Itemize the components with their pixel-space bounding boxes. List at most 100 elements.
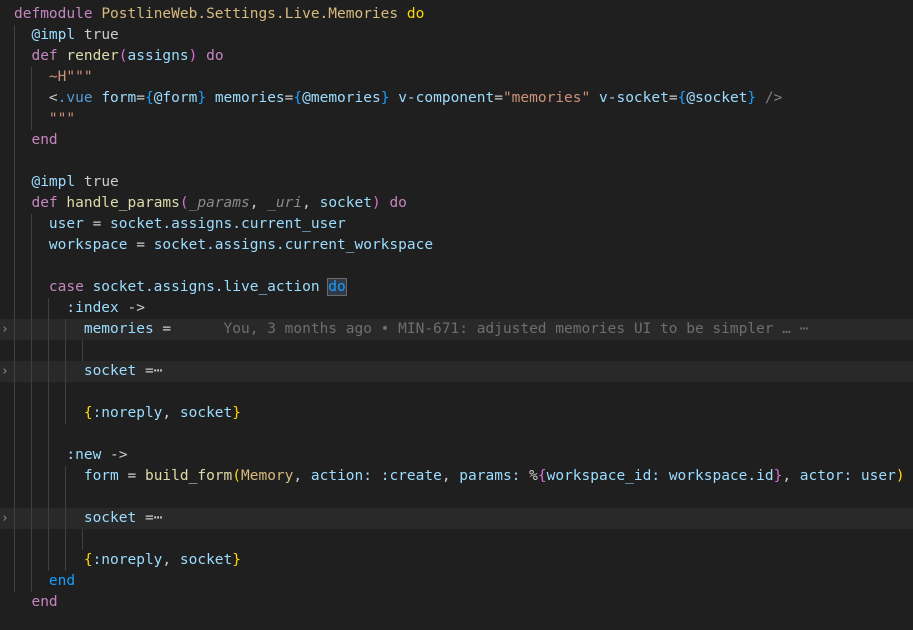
code-line[interactable]: <.vue form={@form} memories={@memories} … [0,88,913,109]
code-token: socket [179,405,233,421]
code-line[interactable] [0,487,913,508]
code-token: :index [66,300,119,316]
code-token: { [83,405,93,421]
code-token: Memory [241,468,294,484]
code-token: :create [380,468,442,484]
code-line[interactable]: ~H""" [0,67,913,88]
code-line[interactable]: workspace = socket.assigns.current_works… [0,235,913,256]
code-line[interactable]: › socket =⋯ [0,508,913,529]
code-token: { [537,468,547,484]
code-token: You, 3 months ago • MIN-671: adjusted me… [179,321,809,337]
code-token: def [31,48,67,64]
code-token: form [101,90,137,106]
code-line[interactable] [0,382,913,403]
code-line[interactable]: def render(assigns) do [0,46,913,67]
code-line[interactable]: def handle_params(_params, _uri, socket)… [0,193,913,214]
code-token: def [31,195,67,211]
code-token: memories [214,90,285,106]
code-line[interactable]: case socket.assigns.live_action do [0,277,913,298]
code-token: socket [83,510,137,526]
code-editor[interactable]: defmodule PostlineWeb.Settings.Live.Memo… [0,0,913,630]
indent-guide [65,466,66,571]
code-token: _params [188,195,250,211]
code-token: } [197,90,207,106]
code-text: ~H""" [14,67,93,88]
code-text: socket =⋯ [14,508,163,529]
code-line[interactable]: @impl true [0,25,913,46]
code-line[interactable]: :new -> [0,445,913,466]
code-line[interactable]: :index -> [0,298,913,319]
code-line[interactable]: @impl true [0,172,913,193]
code-token: "memories" [502,90,591,106]
code-line[interactable]: end [0,571,913,592]
code-token: :noreply [92,405,163,421]
code-token: = [494,90,503,106]
code-line[interactable]: › socket =⋯ [0,361,913,382]
code-line[interactable] [0,529,913,550]
code-text: def handle_params(_params, _uri, socket)… [14,193,406,214]
code-text: def render(assigns) do [14,46,223,67]
indent-guide [31,67,32,130]
code-token: user [48,216,84,232]
code-line[interactable]: › memories = You, 3 months ago • MIN-671… [0,319,913,340]
fold-chevron-icon[interactable]: › [0,361,10,382]
code-token: ( [232,468,242,484]
code-token: =⋯ [136,510,163,526]
code-line[interactable]: defmodule PostlineWeb.Settings.Live.Memo… [0,4,913,25]
code-token: memories [83,321,154,337]
code-line[interactable] [0,340,913,361]
code-line[interactable]: {:noreply, socket} [0,403,913,424]
code-text: socket =⋯ [14,361,163,382]
code-token: workspace [48,237,128,253]
code-token: socket.assigns.current_workspace [153,237,434,253]
code-token: :new [66,447,102,463]
code-token: ) [371,195,381,211]
code-token: { [677,90,687,106]
code-token: } [232,405,242,421]
code-token: -> [101,447,128,463]
code-token: -> [118,300,145,316]
code-text: end [14,571,75,592]
code-token: = [153,321,180,337]
code-line[interactable]: form = build_form(Memory, action: :creat… [0,466,913,487]
fold-chevron-icon[interactable]: › [0,508,10,529]
code-token: params: [459,468,530,484]
code-token: v-socket [599,90,669,106]
code-token: ( [179,195,189,211]
code-token: socket.assigns.live_action [92,279,329,295]
code-token: workspace.id [668,468,774,484]
code-line[interactable] [0,424,913,445]
code-token: ( [118,48,128,64]
code-line[interactable]: end [0,592,913,613]
code-token: @impl [31,174,84,190]
code-line[interactable] [0,151,913,172]
code-token: end [31,132,58,148]
code-line[interactable] [0,256,913,277]
code-text: workspace = socket.assigns.current_works… [14,235,433,256]
code-line[interactable]: """ [0,109,913,130]
code-token: = [668,90,678,106]
code-line[interactable]: {:noreply, socket} [0,550,913,571]
code-token: defmodule [14,6,102,22]
code-text: memories = You, 3 months ago • MIN-671: … [14,319,809,340]
indent-guide [82,340,83,361]
code-line[interactable]: end [0,130,913,151]
code-token: @socket [686,90,748,106]
code-line[interactable]: user = socket.assigns.current_user [0,214,913,235]
code-text: :index -> [14,298,145,319]
code-text: end [14,592,57,613]
fold-chevron-icon[interactable]: › [0,319,10,340]
code-token: , [162,405,180,421]
code-token: = [83,216,111,232]
code-text: defmodule PostlineWeb.Settings.Live.Memo… [14,4,424,25]
code-token: { [293,90,303,106]
code-token: handle_params [66,195,180,211]
